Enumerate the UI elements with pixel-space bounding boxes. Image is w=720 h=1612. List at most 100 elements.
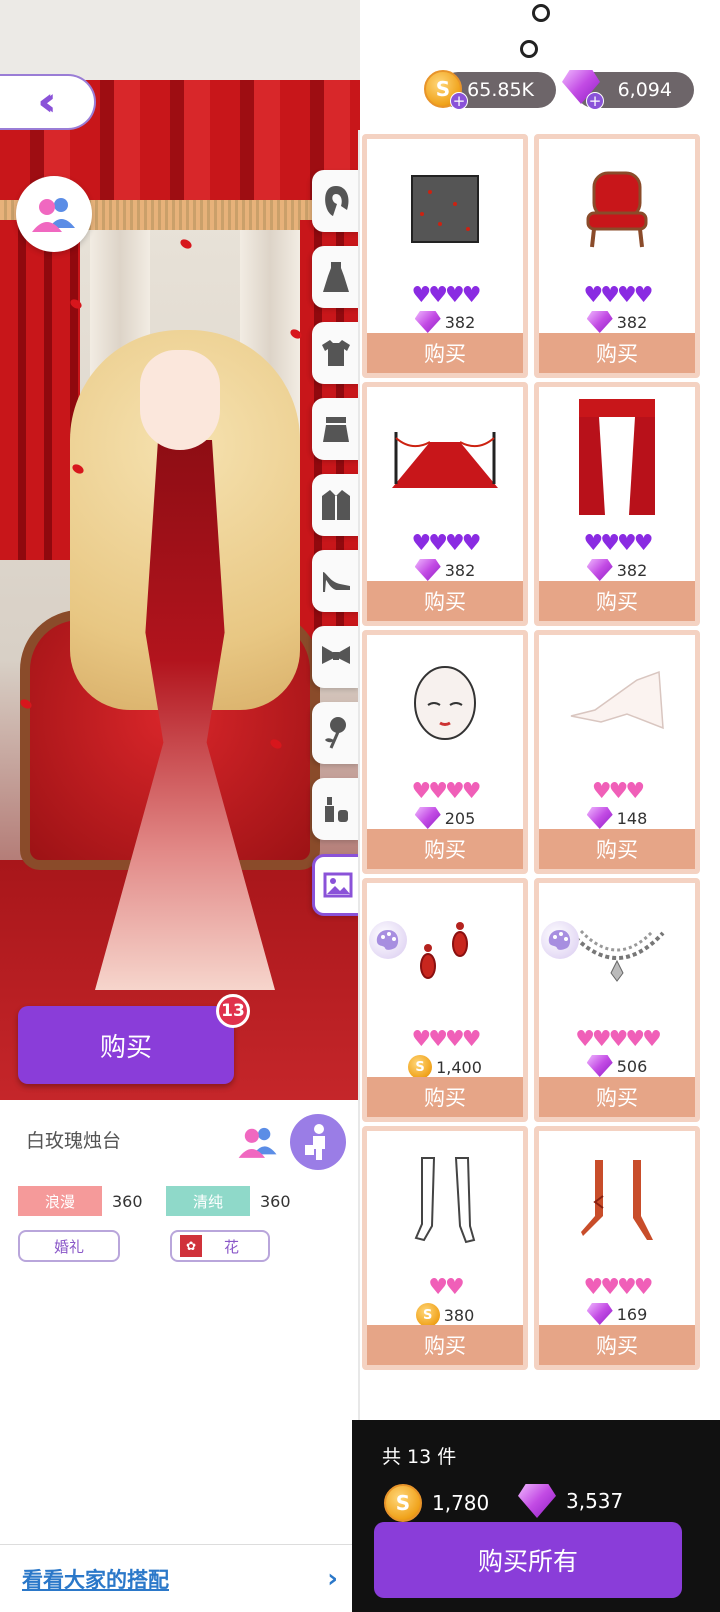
shop-item-image[interactable] [367,387,523,527]
item-buy-button[interactable]: 购买 [367,581,523,621]
dressup-scene [0,0,360,1100]
ceiling-light [532,4,550,22]
tab-dress[interactable] [312,246,360,308]
item-price-value: 148 [616,808,648,828]
tab-skirt[interactable] [312,398,360,460]
background-icon [323,872,352,898]
item-buy-button[interactable]: 购买 [539,829,695,869]
coin-icon: S [415,1303,440,1327]
item-buy-button[interactable]: 购买 [539,333,695,373]
rarity-hearts: ♥♥♥♥ [583,1275,654,1300]
character-face [140,350,220,450]
gem-icon [518,1484,556,1518]
rarity-hearts: ♥♥ [428,1275,464,1300]
attribute-romantic: 浪漫 360 [18,1186,143,1216]
friends-button[interactable] [16,176,92,252]
coat-icon [322,490,350,520]
shop-item-image[interactable] [367,139,523,279]
item-price-value: 1,400 [436,1057,482,1077]
see-others-outfits-link[interactable]: 看看大家的搭配 › [0,1544,360,1612]
gem-icon [414,559,441,581]
gem-icon [586,1055,613,1077]
flower-icon: ✿ [180,1235,202,1257]
shop-item-image[interactable] [539,635,695,775]
item-name: 白玫瑰烛台 [26,1130,122,1152]
shop-item-image[interactable] [367,635,523,775]
buy-button[interactable]: 购买 [18,1006,234,1084]
item-price-value: 169 [616,1304,648,1324]
tab-makeup[interactable] [312,778,360,840]
shop-item-card[interactable]: ♥♥♥♥ 205 购买 [362,630,528,874]
shop-item-image[interactable] [539,387,695,527]
coin-icon: S [384,1484,422,1522]
hair-icon [325,186,349,216]
gem-balance-value: 6,094 [617,79,672,101]
heels-icon [323,572,350,592]
gem-icon [586,311,613,333]
add-coins-icon[interactable]: + [450,92,468,110]
shop-item-card[interactable]: ♥♥♥ 148 购买 [534,630,700,874]
item-buy-button[interactable]: 购买 [539,581,695,621]
palette-icon[interactable] [369,921,407,959]
shop-panel: ♥♥♥♥ 382 购买 ♥♥♥♥ 382 购买 ♥♥♥♥ 382 购买 ♥♥♥♥ 382 购买 ♥♥♥♥… [358,130,720,1420]
item-price: 382 [367,559,523,581]
item-price-value: 382 [616,560,648,580]
shop-item-image[interactable] [539,139,695,279]
shop-item-image[interactable] [539,1131,695,1271]
petal [178,237,194,251]
buy-all-button[interactable]: 购买所有 [374,1522,682,1598]
attribute-value: 360 [112,1191,143,1211]
tab-coat[interactable] [312,474,360,536]
tab-hair[interactable] [312,170,360,232]
item-price: 148 [539,807,695,829]
tab-accessory[interactable] [312,626,360,688]
shop-item-card[interactable]: ♥♥♥♥ 382 购买 [362,134,528,378]
item-buy-button[interactable]: 购买 [539,1077,695,1117]
rarity-hearts: ♥♥♥♥ [411,531,482,556]
friends-icon[interactable] [236,1124,280,1160]
shop-item-card[interactable]: ♥♥♥♥ 382 购买 [362,382,528,626]
coin-icon: S [408,1055,433,1079]
coin-balance-value: 65.85K [467,79,534,101]
rarity-hearts: ♥♥♥♥ [583,531,654,556]
tag-wedding[interactable]: 婚礼 [18,1230,120,1262]
top-icon [322,340,350,366]
cart-count-badge: 13 [216,994,250,1028]
friends-icon [32,198,75,232]
item-buy-button[interactable]: 购买 [367,1325,523,1365]
add-gems-icon[interactable]: + [586,92,604,110]
item-buy-button[interactable]: 购买 [367,829,523,869]
shop-item-card[interactable]: ♥♥♥♥♥ 506 购买 [534,878,700,1122]
ceiling [0,0,360,80]
back-button[interactable]: ‹‹ [0,74,96,130]
item-buy-button[interactable]: 购买 [367,333,523,373]
tab-handheld[interactable] [312,702,360,764]
shopping-person-button[interactable] [290,1114,346,1170]
item-buy-button[interactable]: 购买 [367,1077,523,1117]
gem-icon [586,1303,613,1325]
palette-icon[interactable] [541,921,579,959]
coin-total-value: 1,780 [432,1491,490,1515]
item-price-value: 506 [616,1056,648,1076]
rarity-hearts: ♥♥♥ [591,779,645,804]
tab-top[interactable] [312,322,360,384]
shop-item-card[interactable]: ♥♥ S 380 购买 [362,1126,528,1370]
shop-item-card[interactable]: ♥♥♥♥ 382 购买 [534,382,700,626]
tag-flower[interactable]: ✿ 花 [170,1230,270,1262]
item-price-value: 205 [444,808,476,828]
attribute-label: 清纯 [166,1186,250,1216]
tab-background[interactable] [312,854,360,916]
shop-item-image[interactable] [367,1131,523,1271]
shop-item-card[interactable]: ♥♥♥♥ 169 购买 [534,1126,700,1370]
shopper-icon [305,1124,325,1160]
shop-item-card[interactable]: ♥♥♥♥ 382 购买 [534,134,700,378]
attribute-pure: 清纯 360 [166,1186,291,1216]
item-price: 506 [539,1055,695,1077]
shop-item-card[interactable]: ♥♥♥♥ S 1,400 购买 [362,878,528,1122]
tab-shoes[interactable] [312,550,360,612]
gem-total-value: 3,537 [566,1489,624,1513]
character-avatar[interactable] [40,330,330,990]
item-price-value: 382 [444,312,476,332]
item-price: 169 [539,1303,695,1325]
item-buy-button[interactable]: 购买 [539,1325,695,1365]
